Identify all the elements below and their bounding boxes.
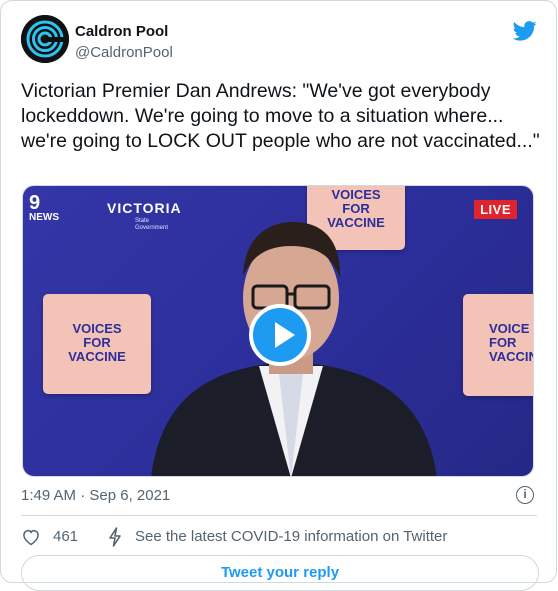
divider [21,515,537,516]
user-handle[interactable]: @CaldronPool [75,44,173,61]
voices-for-vaccine-sign-right: VOICE FOR VACCIN [463,294,533,396]
tweet-text: Victorian Premier Dan Andrews: "We've go… [21,80,540,152]
twitter-bird-icon[interactable] [513,21,537,41]
caldron-pool-logo-icon [21,15,69,63]
live-badge: LIVE [474,200,517,219]
tweet-header: Caldron Pool @CaldronPool [21,15,541,71]
tweet-card: Caldron Pool @CaldronPool Victorian Prem… [0,0,557,591]
lightning-bolt-icon [109,527,121,547]
play-button[interactable] [249,304,311,366]
channel-9-logo: 9 NEWS [29,192,59,223]
tweet-reply-button[interactable]: Tweet your reply [21,555,539,591]
display-name[interactable]: Caldron Pool [75,23,168,40]
tweet-actions: 461 See the latest COVID-19 information … [21,527,541,547]
covid-info-link[interactable]: See the latest COVID-19 information on T… [135,528,447,545]
voices-for-vaccine-sign-left: VOICES FOR VACCINE [43,294,151,394]
heart-icon[interactable] [21,527,41,547]
video-player[interactable]: 9 NEWS VICTORIA State Government LIVE VO… [22,185,534,477]
avatar[interactable] [21,15,69,63]
info-icon[interactable]: i [516,486,534,504]
tweet-timestamp[interactable]: 1:49 AM · Sep 6, 2021 [21,487,170,504]
like-count[interactable]: 461 [53,528,78,545]
